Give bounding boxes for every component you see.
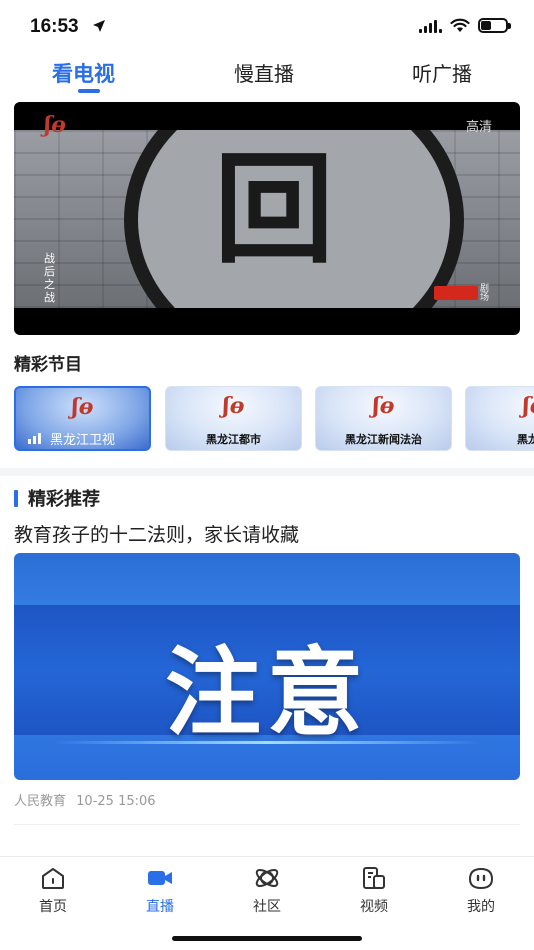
nav-community-label: 社区: [253, 899, 281, 915]
cellular-signal-icon: [419, 19, 442, 33]
location-arrow-icon: [93, 20, 105, 32]
channel-card[interactable]: ʃɵ 黑龙江都市: [165, 386, 302, 451]
channel-name: 黑龙江卫视: [50, 433, 116, 448]
channel-name: 黑龙江: [517, 433, 534, 446]
channel-name: 黑龙江都市: [206, 433, 261, 446]
video-list-icon: [363, 867, 385, 889]
channel-card[interactable]: ʃɵ 黑龙江新闻法治: [315, 386, 452, 451]
article-title[interactable]: 教育孩子的十二法则，家长请收藏: [14, 520, 299, 547]
article-source: 人民教育: [14, 794, 67, 809]
video-camera-icon: [148, 871, 172, 885]
nav-home[interactable]: 首页: [13, 865, 93, 916]
nav-video[interactable]: 视频: [334, 865, 414, 916]
face-icon: [468, 867, 494, 890]
video-frame[interactable]: 回: [14, 130, 520, 308]
status-time: 16:53: [30, 16, 79, 37]
list-divider: [14, 824, 520, 825]
nav-home-label: 首页: [39, 899, 67, 915]
channel-logo: ʃɵ: [71, 394, 94, 420]
nav-video-label: 视频: [360, 899, 388, 915]
battery-level: [481, 21, 491, 30]
article-image[interactable]: 注意: [14, 553, 520, 780]
tab-slow-live[interactable]: 慢直播: [234, 58, 294, 87]
nav-live[interactable]: 直播: [120, 865, 200, 916]
article-meta: 人民教育 10-25 15:06: [14, 790, 156, 809]
home-indicator: [172, 936, 362, 941]
channel-card[interactable]: ʃɵ 黑龙江: [465, 386, 534, 451]
nav-community[interactable]: 社区: [227, 865, 307, 916]
status-bar: 16:53: [0, 0, 534, 54]
nav-profile-label: 我的: [467, 899, 495, 915]
ad-badge: [434, 286, 478, 300]
channel-list: ʃɵ 黑龙江卫视 ʃɵ 黑龙江都市 ʃɵ 黑龙江新闻法治 ʃɵ 黑龙江: [14, 386, 534, 452]
tab-watch-tv[interactable]: 看电视: [52, 58, 115, 88]
channel-card[interactable]: ʃɵ 黑龙江卫视: [14, 386, 151, 451]
channel-logo: ʃɵ: [372, 393, 395, 419]
channel-name: 黑龙江新闻法治: [345, 433, 422, 446]
wifi-icon: [450, 18, 470, 32]
theater-label: 剧场: [480, 284, 490, 303]
section-divider: [0, 468, 534, 476]
channel-logo: ʃɵ: [44, 112, 66, 138]
show-title-vertical: 战后之战: [44, 252, 55, 304]
programs-heading: 精彩节目: [14, 355, 82, 375]
recommend-header: 精彩推荐: [14, 486, 100, 510]
battery-icon: [478, 18, 511, 33]
top-tab-bar: 看电视 慢直播 听广播: [0, 58, 534, 98]
video-player[interactable]: 回 ʃɵ 高清 战后之战 剧场: [14, 102, 520, 335]
article-image-text: 注意: [165, 636, 369, 749]
nav-live-label: 直播: [146, 899, 174, 915]
heading-accent-bar: [14, 489, 18, 507]
channel-logo: ʃɵ: [522, 393, 534, 419]
article-date: 10-25 15:06: [76, 794, 156, 809]
planet-icon: [255, 868, 279, 888]
nav-profile[interactable]: 我的: [441, 865, 521, 916]
active-tab-indicator: [78, 89, 100, 93]
tab-radio[interactable]: 听广播: [412, 58, 472, 87]
hd-label: 高清: [465, 120, 492, 135]
channel-logo: ʃɵ: [222, 393, 245, 419]
home-icon: [42, 868, 64, 889]
recommend-heading: 精彩推荐: [28, 489, 100, 510]
